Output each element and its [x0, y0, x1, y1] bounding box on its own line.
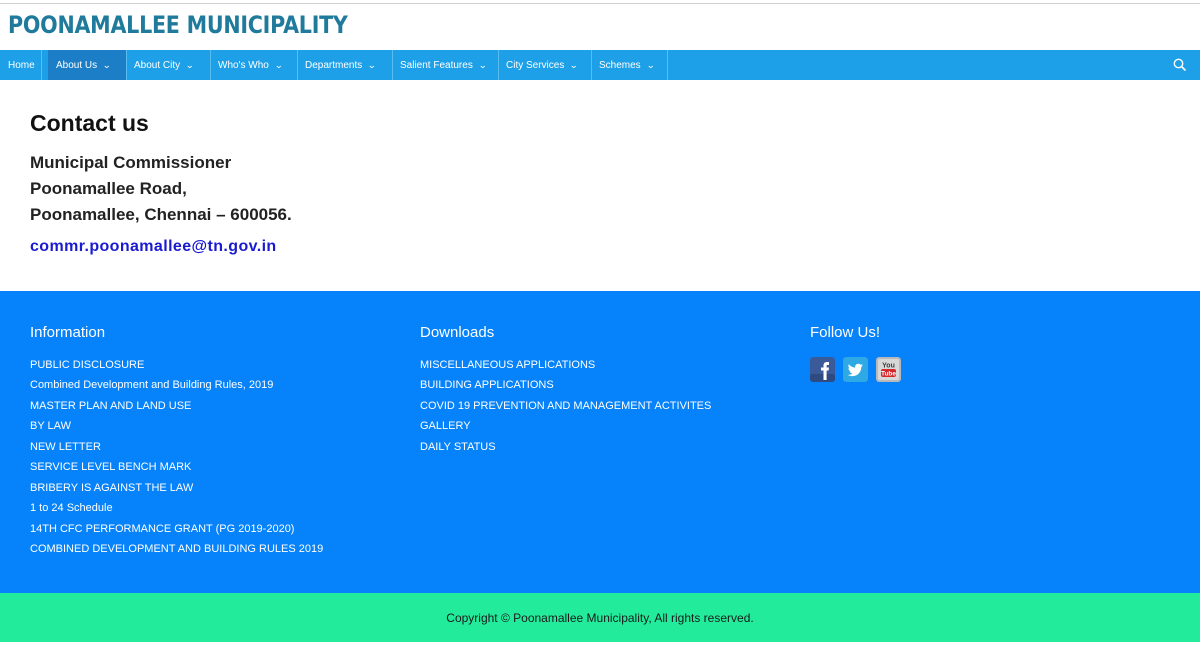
nav-item-label: Salient Features: [400, 59, 473, 71]
email-link[interactable]: commr.poonamallee@tn.gov.in: [30, 238, 277, 256]
search-icon[interactable]: [1172, 57, 1188, 73]
nav-divider: [667, 50, 668, 80]
address-line: Poonamallee Road,: [30, 179, 187, 198]
youtube-icon-text-bottom: Tube: [881, 370, 896, 377]
footer-link[interactable]: SERVICE LEVEL BENCH MARK: [30, 461, 191, 473]
footer-link[interactable]: GALLERY: [420, 420, 471, 432]
chevron-down-icon: ⌄: [569, 59, 579, 70]
footer-link[interactable]: COVID 19 PREVENTION AND MANAGEMENT ACTIV…: [420, 400, 711, 412]
nav-divider: [41, 50, 42, 80]
footer-link[interactable]: PUBLIC DISCLOSURE: [30, 359, 144, 371]
site-footer: Information PUBLIC DISCLOSURE Combined D…: [0, 291, 1200, 593]
nav-item-city-services[interactable]: City Services ⌄: [498, 50, 592, 80]
footer-link[interactable]: BY LAW: [30, 420, 71, 432]
nav-item-label: Who's Who: [218, 59, 269, 71]
chevron-down-icon: ⌄: [102, 59, 112, 70]
nav-item-label: Schemes: [599, 59, 641, 71]
twitter-icon[interactable]: [843, 357, 868, 382]
footer-heading-downloads: Downloads: [420, 324, 495, 341]
chevron-down-icon: ⌄: [185, 59, 195, 70]
bottom-strip: [0, 642, 1200, 648]
nav-item-label: About Us: [56, 59, 98, 71]
nav-item-departments[interactable]: Departments ⌄: [297, 50, 393, 80]
site-title[interactable]: POONAMALLEE MUNICIPALITY: [8, 11, 348, 39]
chevron-down-icon: ⌄: [274, 59, 284, 70]
copyright-text: Copyright © Poonamallee Municipality, Al…: [446, 610, 754, 625]
nav-item-label: Departments: [305, 59, 363, 71]
address-line: Municipal Commissioner: [30, 153, 232, 172]
nav-item-label: About City: [134, 59, 181, 71]
footer-heading-follow: Follow Us!: [810, 324, 881, 341]
nav-item-home[interactable]: Home: [0, 50, 41, 80]
footer-link[interactable]: 14TH CFC PERFORMANCE GRANT (PG 2019-2020…: [30, 523, 294, 535]
facebook-icon[interactable]: [810, 357, 835, 382]
nav-item-about-city[interactable]: About City ⌄: [126, 50, 211, 80]
footer-link[interactable]: COMBINED DEVELOPMENT AND BUILDING RULES …: [30, 543, 323, 555]
footer-link[interactable]: 1 to 24 Schedule: [30, 502, 113, 514]
footer-link[interactable]: DAILY STATUS: [420, 441, 496, 453]
footer-link[interactable]: MASTER PLAN AND LAND USE: [30, 400, 191, 412]
footer-link[interactable]: NEW LETTER: [30, 441, 101, 453]
footer-link[interactable]: Combined Development and Building Rules,…: [30, 379, 273, 391]
footer-heading-information: Information: [30, 324, 106, 341]
footer-link[interactable]: BUILDING APPLICATIONS: [420, 379, 554, 391]
footer-link[interactable]: MISCELLANEOUS APPLICATIONS: [420, 359, 595, 371]
nav-item-salient-features[interactable]: Salient Features ⌄: [392, 50, 499, 80]
chevron-down-icon: ⌄: [367, 59, 377, 70]
nav-item-label: City Services: [506, 59, 565, 71]
nav-item-about-us[interactable]: About Us ⌄: [48, 50, 126, 80]
chevron-down-icon: ⌄: [645, 59, 655, 70]
youtube-icon[interactable]: You Tube: [876, 357, 901, 382]
chevron-down-icon: ⌄: [478, 59, 488, 70]
address-line: Poonamallee, Chennai – 600056.: [30, 205, 292, 224]
youtube-icon-text-top: You: [882, 363, 895, 370]
main-navbar: Home About Us ⌄ About City ⌄ Who's Who ⌄…: [0, 50, 1200, 80]
page-title: Contact us: [30, 110, 149, 136]
copyright-bar: Copyright © Poonamallee Municipality, Al…: [0, 593, 1200, 642]
footer-link[interactable]: BRIBERY IS AGAINST THE LAW: [30, 482, 193, 494]
nav-item-schemes[interactable]: Schemes ⌄: [591, 50, 668, 80]
nav-item-label: Home: [8, 59, 35, 71]
top-border: [0, 3, 1200, 4]
nav-item-whos-who[interactable]: Who's Who ⌄: [210, 50, 298, 80]
